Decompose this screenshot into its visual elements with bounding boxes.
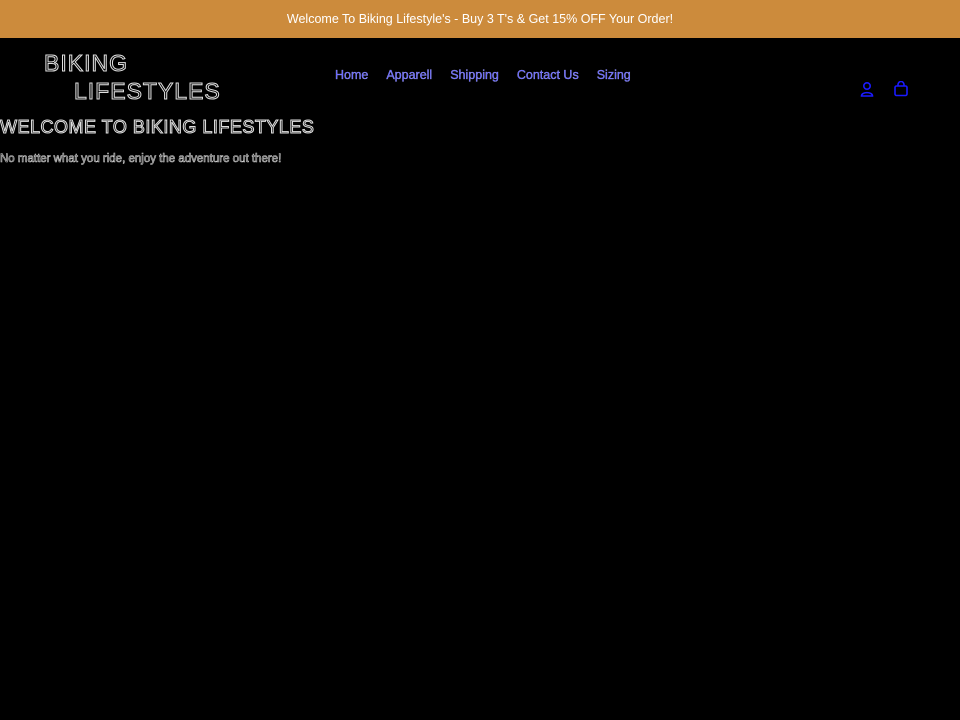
site-header: BIKING LIFESTYLES Home Apparell Shipping… [0, 38, 960, 118]
nav-item-shipping[interactable]: Shipping [450, 68, 499, 82]
main-nav: Home Apparell Shipping Contact Us Sizing [335, 68, 631, 82]
logo-line-1: BIKING [44, 50, 128, 77]
hero-subtitle: No matter what you ride, enjoy the adven… [0, 153, 282, 166]
logo-line-2: LIFESTYLES [74, 78, 221, 105]
nav-item-sizing[interactable]: Sizing [597, 68, 631, 82]
account-icon[interactable] [858, 80, 876, 98]
cart-icon[interactable] [892, 80, 910, 98]
nav-item-contact-us[interactable]: Contact Us [517, 68, 579, 82]
hero-title: WELCOME TO BIKING LIFESTYLES [0, 117, 315, 138]
site-logo[interactable]: BIKING LIFESTYLES [44, 50, 224, 110]
announcement-bar: Welcome To Biking Lifestyle's - Buy 3 T'… [0, 0, 960, 38]
announcement-text: Welcome To Biking Lifestyle's - Buy 3 T'… [286, 12, 674, 26]
header-icons [858, 80, 910, 98]
nav-item-apparell[interactable]: Apparell [386, 68, 432, 82]
nav-item-home[interactable]: Home [335, 68, 369, 82]
